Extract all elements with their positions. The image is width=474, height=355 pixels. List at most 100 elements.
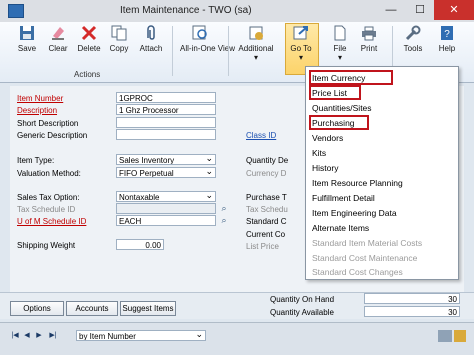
- menu-item-fulfillment-detail[interactable]: Fulfillment Detail: [312, 193, 375, 203]
- suggest-items-button[interactable]: Suggest Items: [120, 301, 176, 316]
- save-icon: [20, 26, 34, 40]
- quantity-on-hand-label: Quantity On Hand: [270, 295, 335, 304]
- print-button[interactable]: Print: [356, 24, 382, 53]
- additional-label: Additional: [238, 44, 274, 53]
- item-type-label: Item Type:: [17, 156, 55, 165]
- app-icon: [8, 4, 24, 18]
- menu-item-quantities-sites[interactable]: Quantities/Sites: [312, 103, 372, 113]
- menu-item-resource-planning[interactable]: Item Resource Planning: [312, 178, 403, 188]
- generic-description-field[interactable]: [116, 129, 216, 140]
- menu-item-history[interactable]: History: [312, 163, 338, 173]
- item-number-label[interactable]: Item Number: [17, 94, 63, 103]
- goto-menu: Item Currency Price List Quantities/Site…: [305, 66, 459, 280]
- clear-label: Clear: [48, 44, 68, 53]
- short-description-field[interactable]: [116, 117, 216, 128]
- uofm-schedule-id-label[interactable]: U of M Schedule ID: [17, 217, 86, 226]
- menu-item-alternate-items[interactable]: Alternate Items: [312, 223, 369, 233]
- window-title: Item Maintenance - TWO (sa): [120, 5, 252, 16]
- valuation-method-select[interactable]: FIFO Perpetual: [116, 167, 216, 178]
- goto-label: Go To: [290, 44, 312, 53]
- class-id-link[interactable]: Class ID: [246, 131, 276, 140]
- item-type-select[interactable]: Sales Inventory: [116, 154, 216, 165]
- valuation-method-label: Valuation Method:: [17, 169, 81, 178]
- file-icon: [334, 25, 346, 41]
- print-label: Print: [360, 44, 378, 53]
- chevron-down-icon: ▾: [253, 53, 258, 62]
- gear-icon: [249, 26, 263, 40]
- all-in-one-view-button[interactable]: All-in-One View: [176, 24, 235, 53]
- close-button[interactable]: ✕: [434, 0, 474, 20]
- chevron-down-icon: ▾: [298, 53, 303, 62]
- description-field[interactable]: 1 Ghz Processor: [116, 104, 216, 115]
- first-record-button[interactable]: |◀: [10, 331, 20, 341]
- status-bar: [0, 322, 474, 355]
- generic-description-label: Generic Description: [17, 131, 88, 140]
- purchase-tax-schedule-label: Tax Schedu: [246, 205, 288, 214]
- copy-label: Copy: [109, 44, 129, 53]
- quantity-decimals-label: Quantity De: [246, 156, 289, 165]
- menu-item-vendors[interactable]: Vendors: [312, 133, 343, 143]
- tools-icon: [405, 25, 421, 41]
- maximize-button[interactable]: ☐: [405, 0, 435, 20]
- description-label[interactable]: Description: [17, 106, 57, 115]
- delete-button[interactable]: Delete: [74, 24, 104, 53]
- attach-button[interactable]: Attach: [134, 24, 168, 53]
- accounts-button[interactable]: Accounts: [66, 301, 118, 316]
- ribbon-separator: [172, 26, 173, 76]
- copy-icon: [111, 25, 127, 41]
- highlight-box: [309, 115, 369, 130]
- help-label: Help: [438, 44, 456, 53]
- menu-item-standard-cost-changes: Standard Cost Changes: [312, 267, 403, 277]
- clear-icon: [52, 27, 64, 40]
- standard-cost-label: Standard C: [246, 217, 287, 226]
- menu-item-standard-cost-maintenance: Standard Cost Maintenance: [312, 253, 418, 263]
- clear-button[interactable]: Clear: [44, 24, 72, 53]
- goto-button-content[interactable]: Go To ▾: [285, 24, 317, 62]
- shipping-weight-field[interactable]: 0.00: [116, 239, 164, 250]
- purchase-tax-label: Purchase T: [246, 193, 287, 202]
- list-price-label: List Price: [246, 242, 279, 251]
- magnifier-icon: [192, 25, 207, 40]
- tools-button[interactable]: Tools: [398, 24, 428, 53]
- help-icon: ?: [441, 26, 453, 40]
- chevron-down-icon: ▾: [337, 53, 342, 62]
- save-label: Save: [17, 44, 37, 53]
- item-number-field[interactable]: 1GPROC: [116, 92, 216, 103]
- title-bar: Item Maintenance - TWO (sa) — ☐ ✕: [0, 0, 474, 23]
- shipping-weight-label: Shipping Weight: [17, 241, 76, 250]
- tax-schedule-lookup-icon: ⌕: [221, 203, 227, 213]
- tax-schedule-id-field: [116, 203, 216, 214]
- sales-tax-option-select[interactable]: Nontaxable: [116, 191, 216, 202]
- svg-text:?: ?: [444, 29, 450, 40]
- menu-item-kits[interactable]: Kits: [312, 148, 326, 158]
- short-description-label: Short Description: [17, 119, 79, 128]
- sales-tax-option-label: Sales Tax Option:: [17, 193, 80, 202]
- quantity-on-hand-field: 30: [364, 293, 460, 304]
- note-icon[interactable]: [438, 330, 452, 342]
- options-button[interactable]: Options: [10, 301, 64, 316]
- uofm-lookup-icon[interactable]: ⌕: [218, 215, 230, 226]
- current-cost-label: Current Co: [246, 230, 286, 239]
- minimize-button[interactable]: —: [376, 0, 406, 20]
- sort-select[interactable]: by Item Number: [76, 330, 206, 341]
- uofm-schedule-id-field[interactable]: EACH: [116, 215, 216, 226]
- file-button[interactable]: File ▾: [326, 24, 354, 62]
- printer-icon: [362, 26, 376, 41]
- copy-button[interactable]: Copy: [106, 24, 132, 53]
- save-button[interactable]: Save: [12, 24, 42, 53]
- file-label: File: [333, 44, 347, 53]
- last-record-button[interactable]: ▶|: [48, 331, 58, 341]
- additional-button[interactable]: Additional ▾: [232, 24, 280, 62]
- next-record-button[interactable]: ▶: [34, 331, 44, 341]
- ribbon-separator: [228, 26, 229, 76]
- help-button[interactable]: ? Help: [432, 24, 462, 53]
- help-status-icon[interactable]: [454, 330, 466, 342]
- previous-record-button[interactable]: ◀: [22, 331, 32, 341]
- all-in-one-view-label: All-in-One View: [180, 44, 235, 53]
- tax-schedule-id-label: Tax Schedule ID: [17, 205, 76, 214]
- menu-item-standard-material-costs: Standard Item Material Costs: [312, 238, 423, 248]
- menu-item-engineering-data[interactable]: Item Engineering Data: [312, 208, 397, 218]
- actions-group-label: Actions: [74, 70, 101, 79]
- tools-label: Tools: [403, 44, 423, 53]
- highlight-box: [309, 85, 361, 100]
